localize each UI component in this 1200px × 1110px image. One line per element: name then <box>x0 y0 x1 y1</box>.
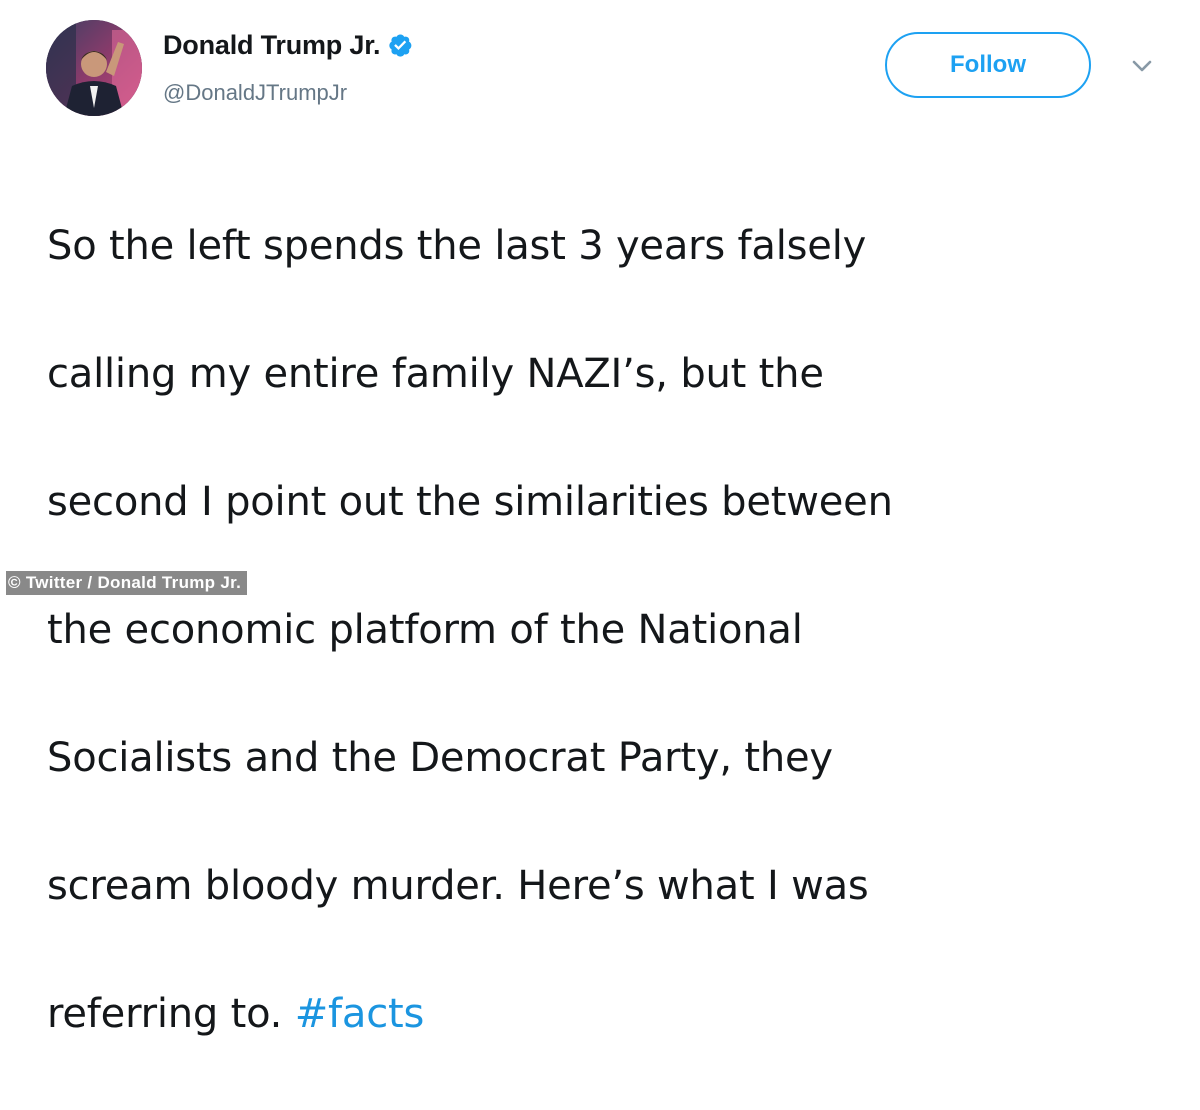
verified-badge-icon <box>387 32 413 58</box>
tweet-line: scream bloody murder. Here’s what I was <box>47 863 869 909</box>
display-name[interactable]: Donald Trump Jr. <box>163 30 381 61</box>
image-credit-watermark: © Twitter / Donald Trump Jr. <box>6 571 248 595</box>
name-row: Donald Trump Jr. <box>163 28 413 62</box>
user-handle[interactable]: @DonaldJTrumpJr <box>163 80 347 106</box>
tweet-line: So the left spends the last 3 years fals… <box>47 223 867 269</box>
follow-button[interactable]: Follow <box>885 32 1091 98</box>
avatar[interactable] <box>46 20 142 116</box>
tweet-line-text: referring to. <box>47 991 295 1037</box>
tweet-line: calling my entire family NAZI’s, but the <box>47 351 824 397</box>
tweet-text: So the left spends the last 3 years fals… <box>47 150 1157 1110</box>
tweet-line: the economic platform of the National <box>47 607 803 653</box>
hashtag-link[interactable]: #facts <box>295 991 425 1037</box>
tweet-line-last: referring to. #facts <box>47 982 1157 1046</box>
tweet-card: Donald Trump Jr. @DonaldJTrumpJr Follow … <box>0 0 1200 1037</box>
tweet-line: Socialists and the Democrat Party, they <box>47 735 833 781</box>
chevron-down-icon[interactable] <box>1131 58 1153 74</box>
tweet-line: second I point out the similarities betw… <box>47 479 893 525</box>
